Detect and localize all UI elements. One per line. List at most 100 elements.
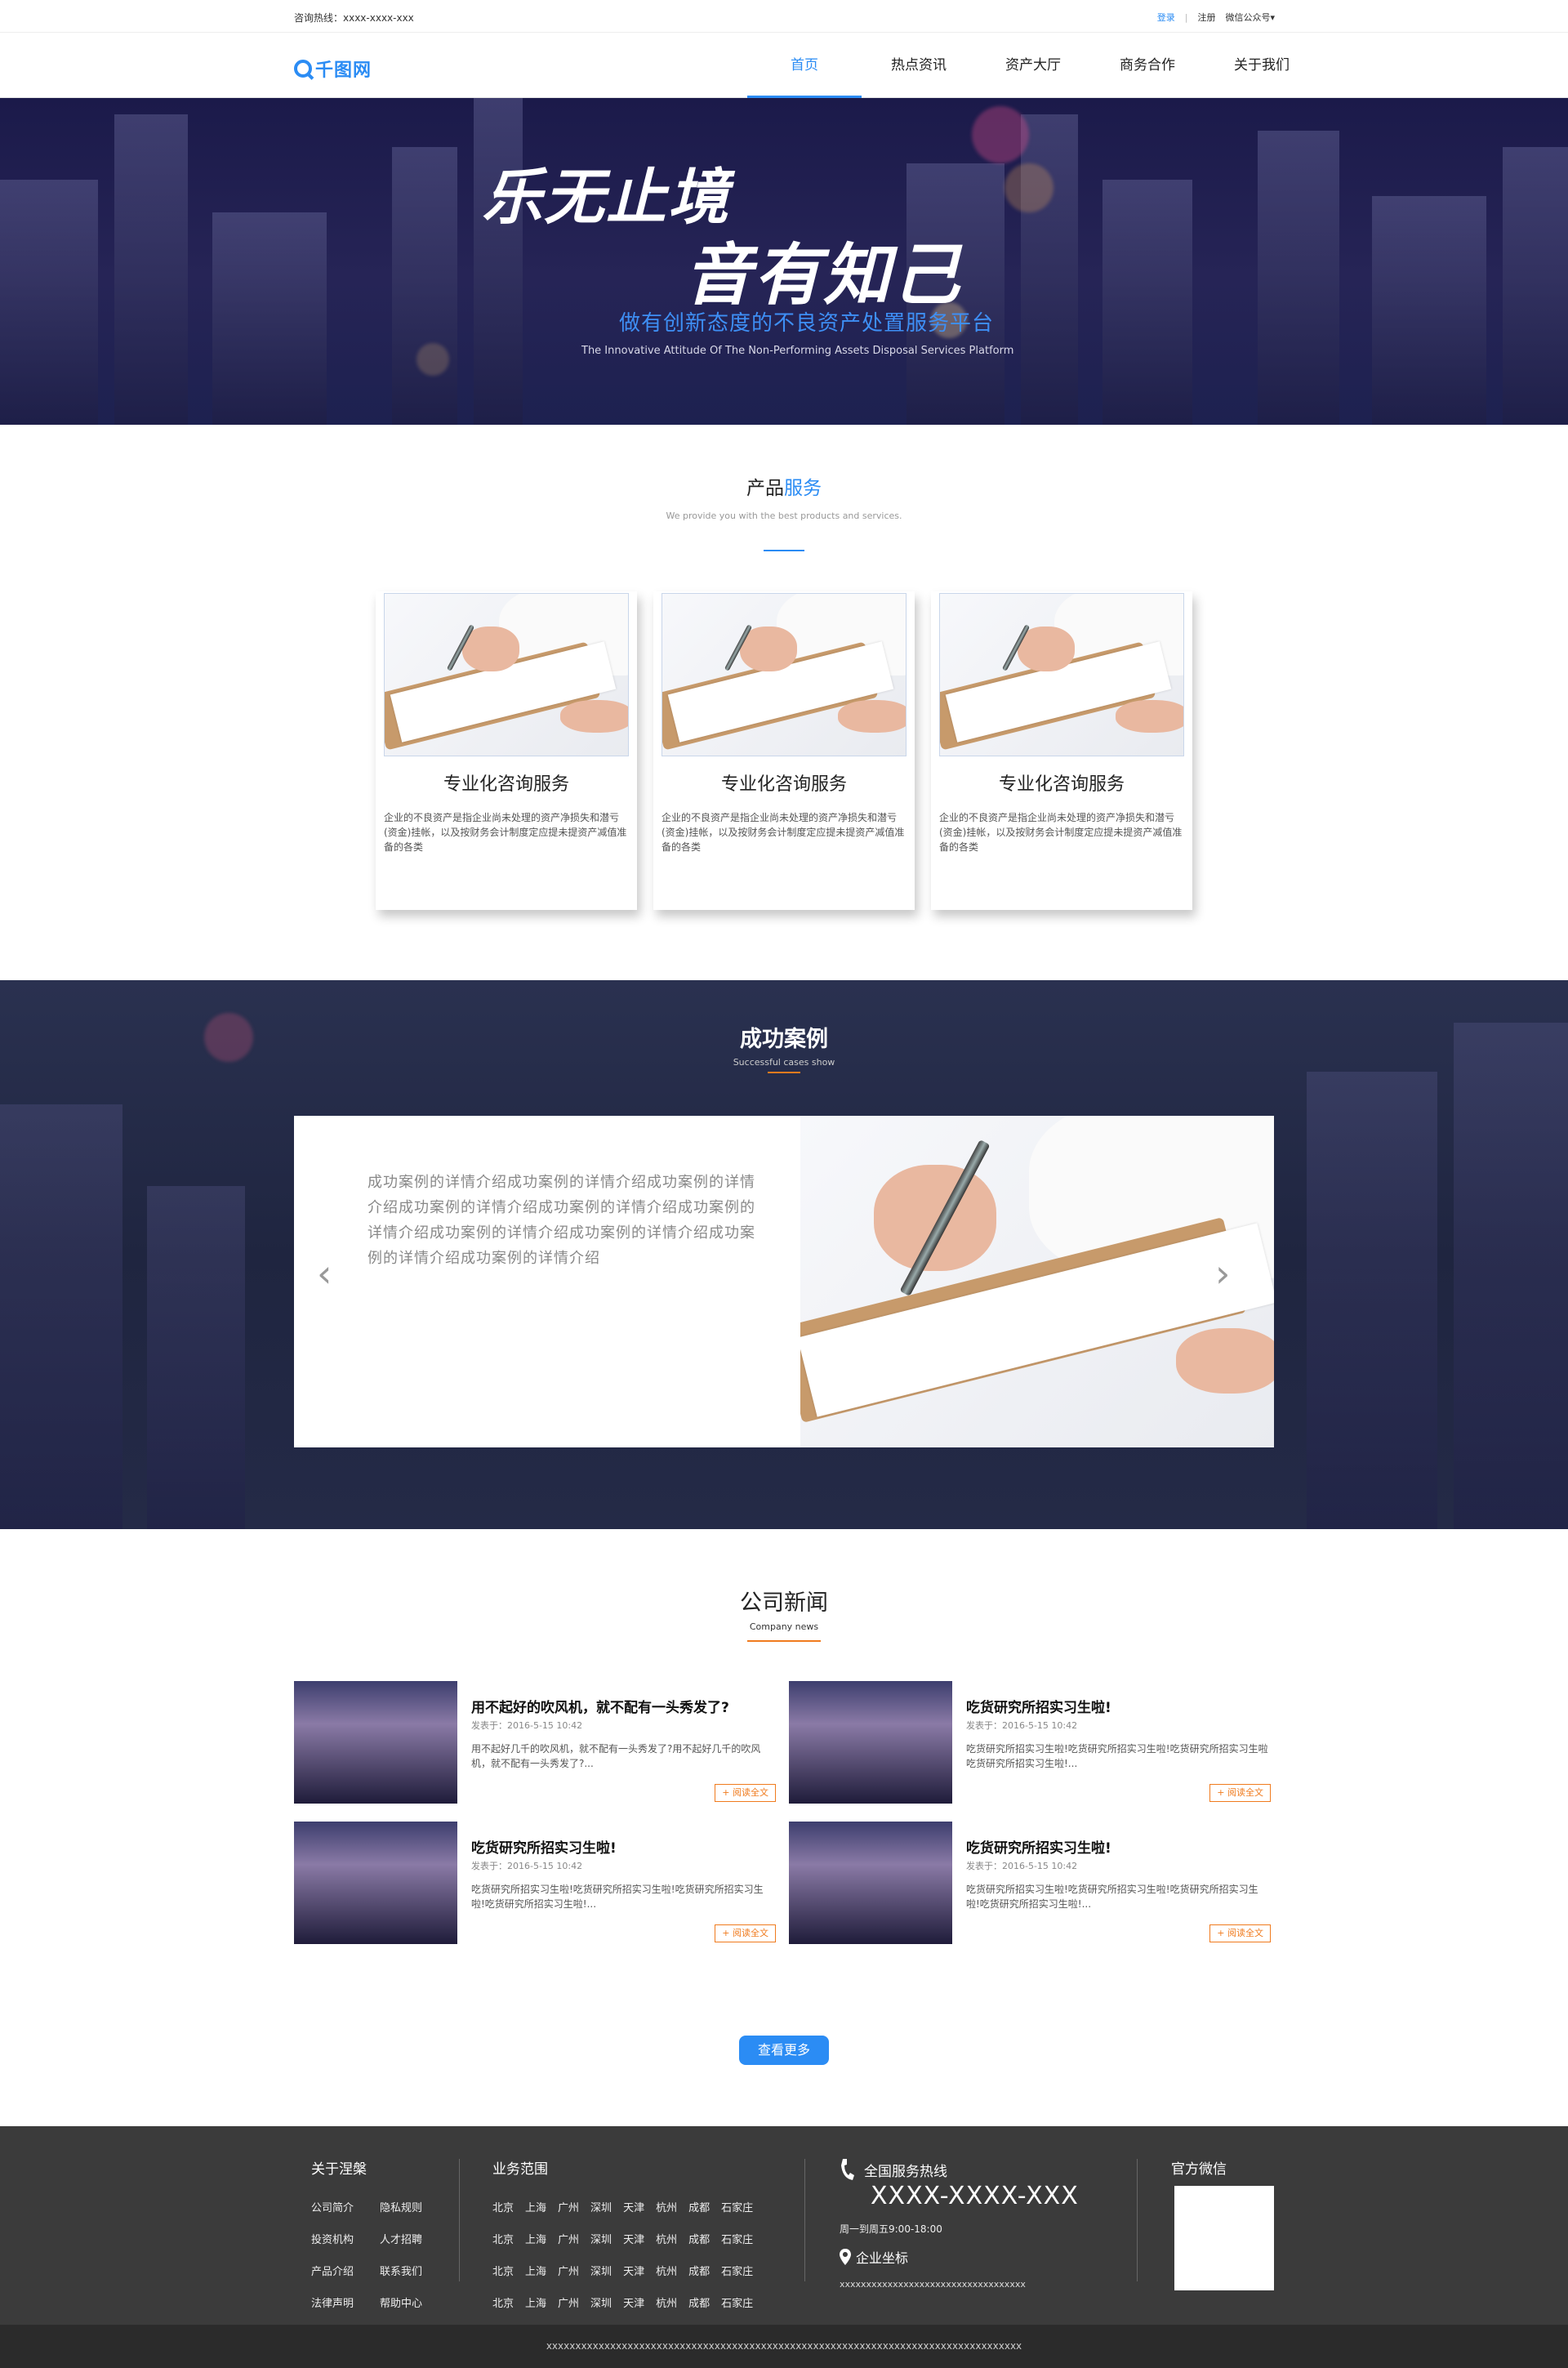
- news-item-date: 发表于：2016-5-15 10:42: [471, 1720, 583, 1731]
- news-subtitle: Company news: [749, 1621, 819, 1632]
- city-link[interactable]: 杭州: [656, 2294, 677, 2310]
- product-card-desc: 企业的不良资产是指企业尚未处理的资产净损失和潜亏(资金)挂帐，以及按财务会计制度…: [939, 812, 1183, 853]
- skyline-shape: [1258, 131, 1339, 425]
- city-link[interactable]: 深圳: [590, 2231, 612, 2246]
- footer-link[interactable]: 人才招聘: [380, 2231, 422, 2246]
- product-card-desc: 企业的不良资产是指企业尚未处理的资产净损失和潜亏(资金)挂帐，以及按财务会计制度…: [384, 812, 627, 853]
- footer-link[interactable]: 投资机构: [311, 2231, 368, 2246]
- product-card-title: 专业化咨询服务: [443, 774, 569, 795]
- news-thumbnail: [789, 1681, 952, 1804]
- news-item-title[interactable]: 吃货研究所招实习生啦!: [966, 1836, 1111, 1857]
- city-link[interactable]: 杭州: [656, 2231, 677, 2246]
- city-link[interactable]: 上海: [525, 2199, 546, 2214]
- view-more-button[interactable]: 查看更多: [739, 2036, 829, 2065]
- city-link[interactable]: 上海: [525, 2263, 546, 2278]
- news-item[interactable]: 用不起好的吹风机，就不配有一头秀发了? 发表于：2016-5-15 10:42 …: [294, 1681, 776, 1804]
- city-link[interactable]: 杭州: [656, 2199, 677, 2214]
- city-link[interactable]: 上海: [525, 2294, 546, 2310]
- news-item-title[interactable]: 吃货研究所招实习生啦!: [471, 1836, 617, 1857]
- footer-link[interactable]: 公司简介: [311, 2199, 368, 2214]
- site-logo[interactable]: 千图网: [294, 56, 372, 82]
- prev-arrow-icon[interactable]: ‹: [317, 1255, 332, 1292]
- login-link[interactable]: 登录: [1157, 11, 1175, 24]
- city-link[interactable]: 北京: [492, 2294, 514, 2310]
- news-item-title[interactable]: 用不起好的吹风机，就不配有一头秀发了?: [471, 1696, 729, 1716]
- city-link[interactable]: 成都: [688, 2263, 710, 2278]
- product-card[interactable]: 专业化咨询服务 企业的不良资产是指企业尚未处理的资产净损失和潜亏(资金)挂帐，以…: [653, 591, 915, 910]
- read-more-button[interactable]: + 阅读全文: [1209, 1924, 1271, 1942]
- divider: [459, 2159, 460, 2281]
- city-link[interactable]: 杭州: [656, 2263, 677, 2278]
- nav-item-news[interactable]: 热点资讯: [862, 33, 976, 98]
- news-thumbnail: [789, 1822, 952, 1944]
- news-item[interactable]: 吃货研究所招实习生啦! 发表于：2016-5-15 10:42 吃货研究所招实习…: [294, 1822, 776, 1944]
- products-title-a: 产品: [746, 478, 784, 499]
- news-item[interactable]: 吃货研究所招实习生啦! 发表于：2016-5-15 10:42 吃货研究所招实习…: [789, 1681, 1271, 1804]
- skyline-shape: [0, 180, 98, 425]
- next-arrow-icon[interactable]: ›: [1215, 1255, 1230, 1292]
- city-link[interactable]: 石家庄: [721, 2263, 753, 2278]
- skyline-shape: [212, 212, 327, 425]
- skyline-shape: [147, 1186, 245, 1529]
- read-more-button[interactable]: + 阅读全文: [715, 1784, 776, 1802]
- city-link[interactable]: 天津: [623, 2294, 644, 2310]
- products-title-b: 服务: [784, 478, 822, 499]
- city-link[interactable]: 石家庄: [721, 2199, 753, 2214]
- footer-link[interactable]: 帮助中心: [380, 2294, 422, 2310]
- city-link[interactable]: 深圳: [590, 2263, 612, 2278]
- city-link[interactable]: 天津: [623, 2199, 644, 2214]
- main-nav: 千图网 首页 热点资讯 资产大厅 商务合作 关于我们: [0, 33, 1568, 98]
- footer-link[interactable]: 法律声明: [311, 2294, 368, 2310]
- footer-link[interactable]: 产品介绍: [311, 2263, 368, 2278]
- section-underline: [768, 1072, 800, 1073]
- nav-item-business[interactable]: 商务合作: [1090, 33, 1205, 98]
- cases-title: 成功案例: [740, 1027, 828, 1052]
- nav-item-about[interactable]: 关于我们: [1205, 33, 1319, 98]
- copyright-bar: xxxxxxxxxxxxxxxxxxxxxxxxxxxxxxxxxxxxxxxx…: [0, 2325, 1568, 2368]
- news-thumbnail: [294, 1822, 457, 1944]
- nav-item-home[interactable]: 首页: [747, 33, 862, 98]
- city-link[interactable]: 石家庄: [721, 2231, 753, 2246]
- read-more-button[interactable]: + 阅读全文: [1209, 1784, 1271, 1802]
- news-item-title[interactable]: 吃货研究所招实习生啦!: [966, 1696, 1111, 1716]
- city-link[interactable]: 石家庄: [721, 2294, 753, 2310]
- city-link[interactable]: 广州: [558, 2263, 579, 2278]
- location-pin-icon: [840, 2249, 851, 2265]
- top-links: 登录 | 注册 微信公众号▾: [1157, 11, 1275, 24]
- city-link[interactable]: 北京: [492, 2263, 514, 2278]
- city-link[interactable]: 北京: [492, 2199, 514, 2214]
- hero-english: The Innovative Attitude Of The Non-Perfo…: [581, 345, 1014, 357]
- city-link[interactable]: 成都: [688, 2294, 710, 2310]
- city-link[interactable]: 天津: [623, 2263, 644, 2278]
- city-link[interactable]: 广州: [558, 2294, 579, 2310]
- news-item[interactable]: 吃货研究所招实习生啦! 发表于：2016-5-15 10:42 吃货研究所招实习…: [789, 1822, 1271, 1944]
- register-link[interactable]: 注册: [1197, 11, 1215, 24]
- product-image: [384, 593, 629, 756]
- case-slide: 成功案例的详情介绍成功案例的详情介绍成功案例的详情介绍成功案例的详情介绍成功案例…: [294, 1116, 1274, 1447]
- news-title: 公司新闻: [740, 1590, 828, 1616]
- logo-icon: [294, 60, 312, 78]
- city-link[interactable]: 深圳: [590, 2199, 612, 2214]
- footer: 关于涅槃 公司简介 隐私规则 投资机构 人才招聘 产品介绍 联系我们 法律声明 帮助中心…: [0, 2126, 1568, 2325]
- city-link[interactable]: 广州: [558, 2199, 579, 2214]
- divider: |: [1184, 11, 1188, 23]
- product-card[interactable]: 专业化咨询服务 企业的不良资产是指企业尚未处理的资产净损失和潜亏(资金)挂帐，以…: [931, 591, 1192, 910]
- city-row: 北京 上海 广州 深圳 天津 杭州 成都 石家庄: [492, 2199, 764, 2214]
- product-card[interactable]: 专业化咨询服务 企业的不良资产是指企业尚未处理的资产净损失和潜亏(资金)挂帐，以…: [376, 591, 637, 910]
- footer-link[interactable]: 隐私规则: [380, 2199, 422, 2214]
- city-link[interactable]: 广州: [558, 2231, 579, 2246]
- city-link[interactable]: 深圳: [590, 2294, 612, 2310]
- skyline-shape: [1307, 1072, 1437, 1529]
- city-link[interactable]: 成都: [688, 2231, 710, 2246]
- city-row: 北京 上海 广州 深圳 天津 杭州 成都 石家庄: [492, 2263, 764, 2278]
- wechat-dropdown[interactable]: 微信公众号▾: [1225, 11, 1275, 24]
- section-underline: [747, 1640, 821, 1642]
- footer-heading: 官方微信: [1171, 2161, 1227, 2178]
- city-link[interactable]: 上海: [525, 2231, 546, 2246]
- city-link[interactable]: 北京: [492, 2231, 514, 2246]
- city-link[interactable]: 成都: [688, 2199, 710, 2214]
- city-link[interactable]: 天津: [623, 2231, 644, 2246]
- read-more-button[interactable]: + 阅读全文: [715, 1924, 776, 1942]
- nav-item-assets[interactable]: 资产大厅: [976, 33, 1090, 98]
- footer-link[interactable]: 联系我们: [380, 2263, 422, 2278]
